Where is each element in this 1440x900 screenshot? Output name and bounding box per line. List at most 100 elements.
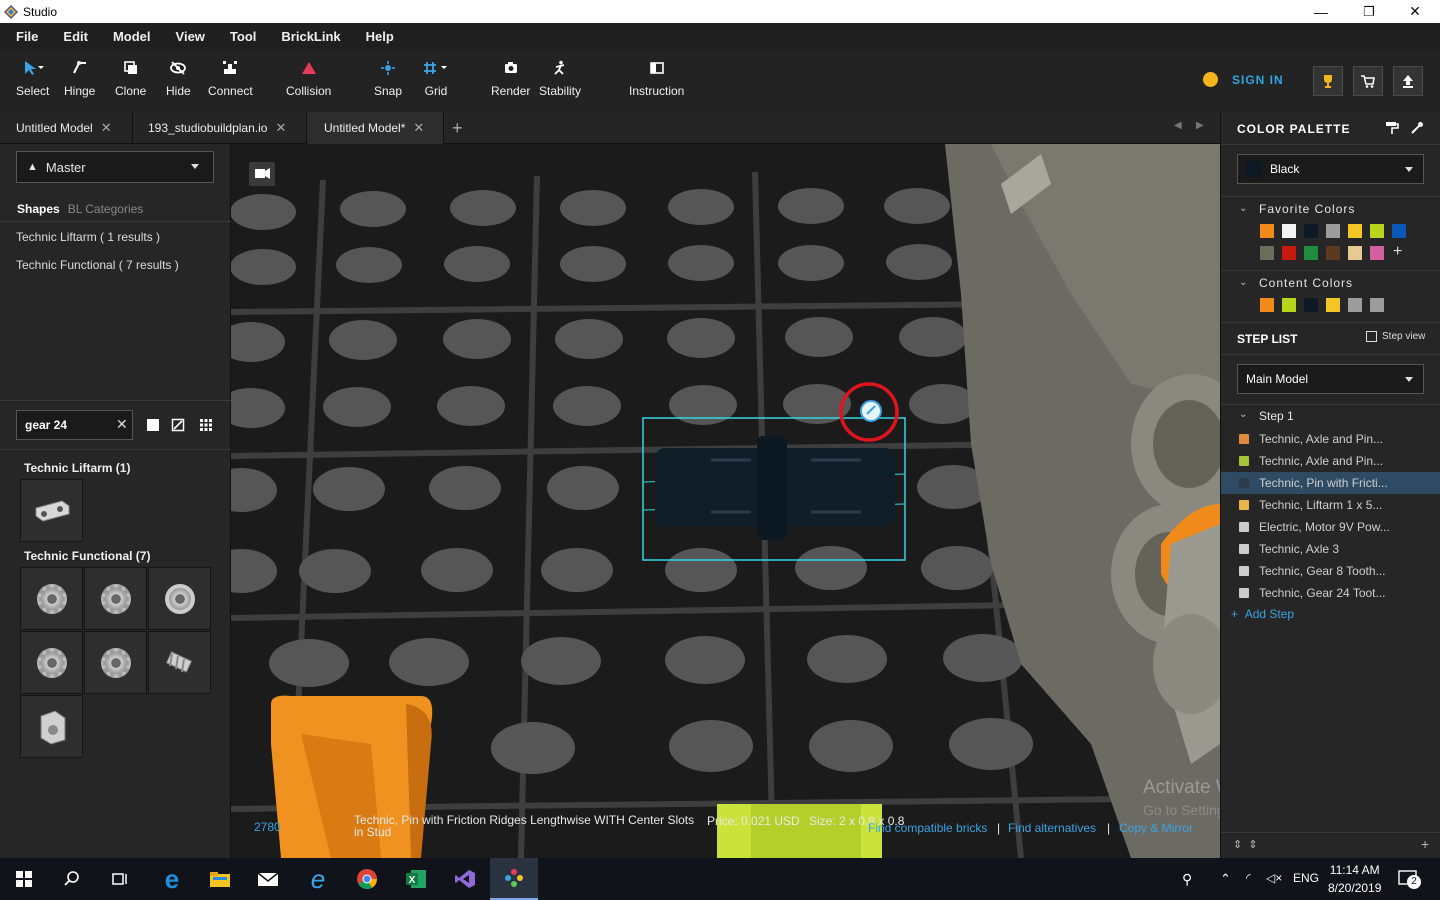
collapse-chevron-icon[interactable]: ⌄ bbox=[1239, 277, 1247, 288]
tab-bl-categories[interactable]: BL Categories bbox=[68, 202, 144, 216]
grid-tool[interactable]: Grid bbox=[423, 56, 449, 98]
volume-icon[interactable]: ◁× bbox=[1266, 871, 1282, 885]
menu-view[interactable]: View bbox=[176, 29, 205, 44]
step-item[interactable]: Electric, Motor 9V Pow... bbox=[1221, 516, 1440, 538]
tab-scroll-right-icon[interactable]: ▶ bbox=[1196, 120, 1204, 131]
step-item[interactable]: Technic, Gear 8 Tooth... bbox=[1221, 560, 1440, 582]
view-grid-icon[interactable] bbox=[199, 418, 213, 432]
restore-button[interactable]: ❐ bbox=[1346, 0, 1392, 23]
color-swatch[interactable] bbox=[1326, 246, 1340, 260]
model-select[interactable]: Main Model bbox=[1237, 364, 1424, 394]
close-tab-icon[interactable]: ✕ bbox=[101, 120, 112, 136]
collision-tool[interactable]: Collision bbox=[286, 56, 331, 98]
result-technic-liftarm[interactable]: Technic Liftarm ( 1 results ) bbox=[16, 230, 160, 244]
hide-tool[interactable]: Hide bbox=[166, 56, 191, 98]
step-item-selected[interactable]: Technic, Pin with Fricti... bbox=[1221, 472, 1440, 494]
menu-model[interactable]: Model bbox=[113, 29, 151, 44]
hinge-tool[interactable]: Hinge bbox=[64, 56, 95, 98]
connect-tool[interactable]: Connect bbox=[208, 56, 253, 98]
color-swatch[interactable] bbox=[1282, 298, 1296, 312]
add-icon[interactable]: + bbox=[1421, 836, 1429, 852]
color-swatch[interactable] bbox=[1260, 224, 1274, 238]
color-swatch[interactable] bbox=[1392, 224, 1406, 238]
color-swatch[interactable] bbox=[1304, 224, 1318, 238]
step-view-toggle[interactable]: Step view bbox=[1366, 331, 1425, 342]
part-tile[interactable] bbox=[148, 631, 211, 694]
color-swatch[interactable] bbox=[1326, 298, 1340, 312]
people-icon[interactable]: ⚲ bbox=[1182, 871, 1192, 888]
view-single-icon[interactable] bbox=[146, 418, 160, 432]
stability-tool[interactable]: Stability bbox=[539, 56, 581, 98]
part-tile[interactable] bbox=[84, 567, 147, 630]
3d-viewport[interactable] bbox=[231, 144, 1220, 858]
menu-edit[interactable]: Edit bbox=[63, 29, 88, 44]
step-view-checkbox[interactable] bbox=[1366, 331, 1377, 342]
cart-button[interactable] bbox=[1353, 66, 1383, 96]
color-swatch[interactable] bbox=[1304, 246, 1318, 260]
collapse-chevron-icon[interactable]: ⌄ bbox=[1239, 203, 1247, 214]
tab-untitled-model[interactable]: Untitled Model ✕ bbox=[0, 112, 133, 144]
collapse-chevron-icon[interactable]: ⌄ bbox=[1239, 409, 1247, 420]
palette-select[interactable]: ▲ Master bbox=[16, 151, 214, 183]
tray-chevron-up-icon[interactable]: ⌃ bbox=[1220, 871, 1231, 887]
language-indicator[interactable]: ENG bbox=[1293, 871, 1319, 885]
snap-tool[interactable]: Snap bbox=[374, 56, 402, 98]
minimize-button[interactable]: — bbox=[1298, 0, 1344, 23]
trophy-button[interactable] bbox=[1313, 66, 1343, 96]
excel-app[interactable]: X bbox=[392, 858, 440, 900]
color-swatch[interactable] bbox=[1348, 224, 1362, 238]
part-tile[interactable] bbox=[148, 567, 211, 630]
part-tile[interactable] bbox=[20, 567, 83, 630]
network-icon[interactable]: ◜ bbox=[1246, 871, 1251, 885]
clock[interactable]: 11:14 AM 8/20/2019 bbox=[1328, 863, 1381, 895]
notification-center-button[interactable]: 2 bbox=[1398, 870, 1421, 889]
color-swatch[interactable] bbox=[1282, 246, 1296, 260]
start-button[interactable] bbox=[0, 858, 48, 900]
studio-app-taskbar[interactable] bbox=[490, 858, 538, 900]
clear-search-icon[interactable]: ✕ bbox=[116, 416, 128, 433]
find-alternatives-link[interactable]: Find alternatives bbox=[1008, 821, 1096, 835]
step-item[interactable]: Technic, Axle and Pin... bbox=[1221, 428, 1440, 450]
visual-studio-app[interactable] bbox=[441, 858, 489, 900]
menu-bricklink[interactable]: BrickLink bbox=[281, 29, 340, 44]
step-item[interactable]: Technic, Liftarm 1 x 5... bbox=[1221, 494, 1440, 516]
tab-shapes[interactable]: Shapes bbox=[17, 202, 60, 216]
sign-in-button[interactable]: SIGN IN bbox=[1203, 72, 1284, 87]
part-tile[interactable] bbox=[20, 631, 83, 694]
color-swatch[interactable] bbox=[1260, 298, 1274, 312]
expand-collapse-icon[interactable]: ⇕ ⇕ bbox=[1233, 838, 1258, 851]
color-swatch[interactable] bbox=[1370, 298, 1384, 312]
step-item[interactable]: Technic, Axle and Pin... bbox=[1221, 450, 1440, 472]
instruction-tool[interactable]: Instruction bbox=[629, 56, 684, 98]
menu-tool[interactable]: Tool bbox=[230, 29, 256, 44]
step-item[interactable]: Technic, Axle 3 bbox=[1221, 538, 1440, 560]
step-item[interactable]: Technic, Gear 24 Toot... bbox=[1221, 582, 1440, 604]
copy-mirror-link[interactable]: Copy & Mirror bbox=[1119, 821, 1193, 835]
tab-scroll-left-icon[interactable]: ◀ bbox=[1174, 120, 1182, 131]
new-tab-button[interactable]: + bbox=[452, 118, 463, 139]
result-technic-functional[interactable]: Technic Functional ( 7 results ) bbox=[16, 258, 179, 272]
part-tile[interactable] bbox=[84, 631, 147, 694]
clone-tool[interactable]: Clone bbox=[115, 56, 146, 98]
color-select[interactable]: Black bbox=[1237, 154, 1424, 184]
add-favorite-color-button[interactable]: + bbox=[1393, 243, 1402, 261]
color-swatch[interactable] bbox=[1370, 246, 1384, 260]
find-compatible-bricks-link[interactable]: Find compatible bricks bbox=[868, 821, 987, 835]
close-tab-icon[interactable]: ✕ bbox=[275, 120, 286, 136]
color-swatch[interactable] bbox=[1260, 246, 1274, 260]
close-tab-icon[interactable]: ✕ bbox=[413, 120, 424, 136]
part-tile[interactable] bbox=[20, 479, 83, 542]
color-swatch[interactable] bbox=[1304, 298, 1318, 312]
file-explorer-app[interactable] bbox=[196, 858, 244, 900]
part-tile[interactable] bbox=[20, 695, 83, 758]
tab-studiobuildplan[interactable]: 193_studiobuildplan.io ✕ bbox=[133, 112, 307, 144]
render-tool[interactable]: Render bbox=[491, 56, 530, 98]
edge-app[interactable]: e bbox=[148, 858, 196, 900]
color-swatch[interactable] bbox=[1326, 224, 1340, 238]
mail-app[interactable] bbox=[244, 858, 292, 900]
view-edit-icon[interactable] bbox=[171, 418, 185, 432]
task-view-button[interactable] bbox=[96, 858, 144, 900]
color-swatch[interactable] bbox=[1348, 246, 1362, 260]
paint-roller-icon[interactable] bbox=[1385, 121, 1399, 135]
select-tool[interactable]: Select bbox=[16, 56, 49, 98]
